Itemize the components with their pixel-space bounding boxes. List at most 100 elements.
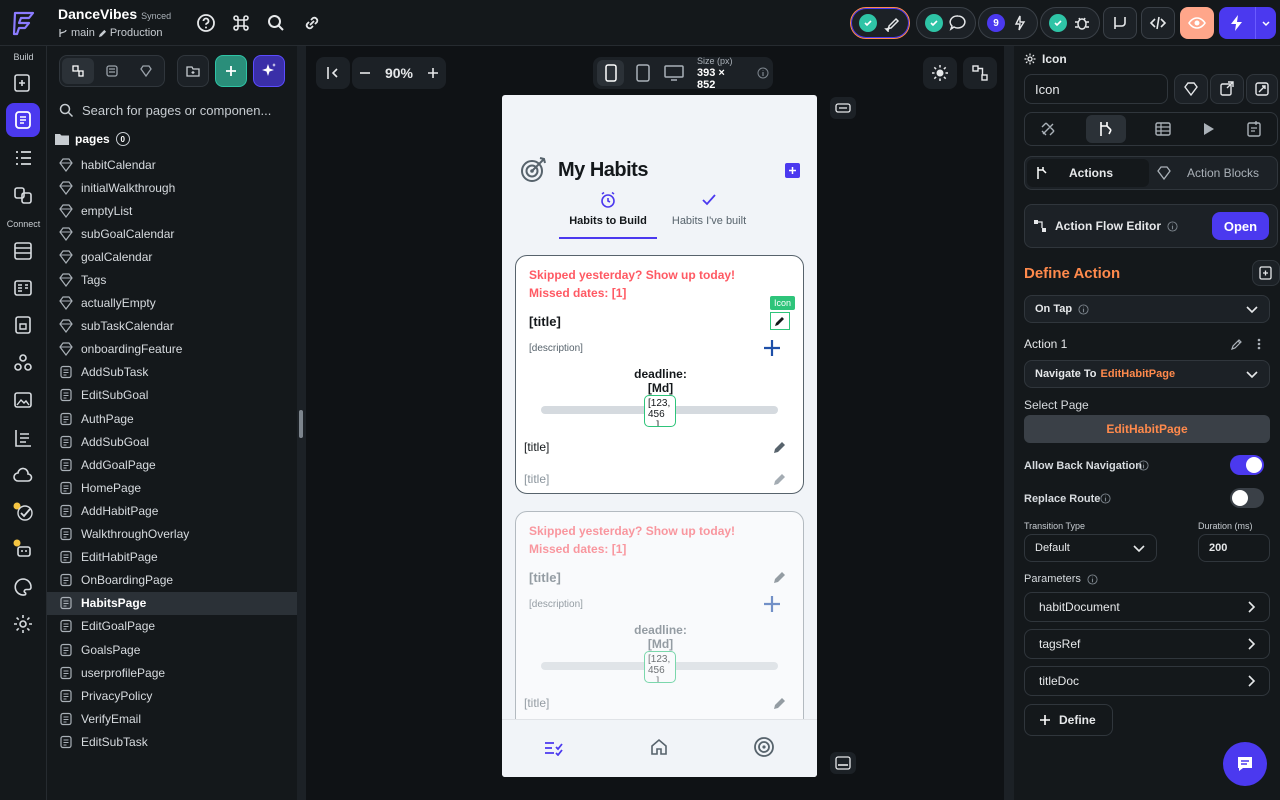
database-icon[interactable] <box>11 239 35 263</box>
parameter-row[interactable]: tagsRef <box>1024 629 1270 659</box>
pages-only-tab[interactable] <box>96 58 128 84</box>
phone-icon[interactable] <box>597 60 625 86</box>
app-state-icon[interactable] <box>11 313 35 337</box>
chevron-down-icon[interactable] <box>1255 7 1276 39</box>
checklist-icon[interactable] <box>544 740 564 756</box>
more-options-icon[interactable] <box>1256 337 1262 351</box>
add-habit-icon[interactable] <box>785 163 800 178</box>
page-item[interactable]: actuallyEmpty <box>47 292 297 315</box>
backend-query-tab-icon[interactable] <box>1154 120 1172 138</box>
command-icon[interactable] <box>229 11 253 35</box>
pages-folder[interactable]: pages 0 <box>55 132 130 146</box>
search-input[interactable]: Search for pages or componen... <box>82 103 271 118</box>
add-action-icon[interactable] <box>1252 260 1280 286</box>
code-view-button[interactable] <box>1141 7 1175 39</box>
pages-icon[interactable] <box>11 108 35 132</box>
integrations-icon[interactable] <box>11 351 35 375</box>
phone-preview[interactable]: My Habits Habits to Build Habits I've bu… <box>502 95 817 777</box>
zoom-in-icon[interactable] <box>426 66 440 80</box>
page-item[interactable]: VerifyEmail <box>47 707 297 730</box>
page-item[interactable]: emptyList <box>47 199 297 222</box>
page-item[interactable]: initialWalkthrough <box>47 176 297 199</box>
app-logo[interactable] <box>11 9 37 37</box>
components-only-tab[interactable] <box>130 58 162 84</box>
pencil-icon[interactable] <box>772 569 788 585</box>
actions-tab[interactable]: Actions <box>1027 159 1149 187</box>
duration-input[interactable]: 200 <box>1198 534 1270 562</box>
add-page-icon[interactable] <box>11 71 35 95</box>
edit-action-name-icon[interactable] <box>1230 337 1244 351</box>
page-item[interactable]: AddSubGoal <box>47 430 297 453</box>
pencil-icon[interactable] <box>772 695 788 711</box>
new-folder-button[interactable] <box>177 55 209 87</box>
all-items-tab[interactable] <box>62 58 94 84</box>
project-info[interactable]: DanceVibes Synced main Production <box>58 6 171 39</box>
chat-support-button[interactable] <box>1223 742 1267 786</box>
page-item[interactable]: EditSubTask <box>47 730 297 753</box>
keyboard-toggle-icon[interactable] <box>830 97 856 119</box>
page-item[interactable]: PrivacyPolicy <box>47 684 297 707</box>
components-icon[interactable] <box>11 183 35 207</box>
page-item[interactable]: GoalsPage <box>47 638 297 661</box>
media-assets-icon[interactable] <box>11 388 35 412</box>
logs-icon[interactable] <box>11 426 35 450</box>
parameter-row[interactable]: habitDocument <box>1024 592 1270 622</box>
widget-tree-locate-icon[interactable] <box>1246 74 1278 104</box>
page-item[interactable]: subTaskCalendar <box>47 315 297 338</box>
zoom-level[interactable]: 90% <box>385 65 413 81</box>
cloud-functions-icon[interactable] <box>11 463 35 487</box>
help-icon[interactable] <box>194 11 218 35</box>
define-parameter-button[interactable]: Define <box>1024 704 1113 736</box>
diamond-icon[interactable] <box>1174 74 1208 104</box>
page-item[interactable]: OnBoardingPage <box>47 569 297 592</box>
page-item[interactable]: AuthPage <box>47 407 297 430</box>
page-item[interactable]: habitCalendar <box>47 153 297 176</box>
theme-status-pill[interactable] <box>850 7 910 39</box>
page-item[interactable]: AddSubTask <box>47 361 297 384</box>
page-item[interactable]: EditSubGoal <box>47 384 297 407</box>
page-item[interactable]: HabitsPage <box>47 591 297 615</box>
tab-habits-to-build[interactable]: Habits to Build <box>559 191 657 239</box>
page-item[interactable]: HomePage <box>47 476 297 499</box>
page-item[interactable]: Tags <box>47 268 297 291</box>
open-flow-editor-button[interactable]: Open <box>1212 212 1269 240</box>
actions-tab-icon[interactable] <box>1085 115 1126 143</box>
trigger-dropdown[interactable]: On Tap <box>1024 295 1270 323</box>
issues-pill[interactable]: 9 <box>978 7 1038 39</box>
edit-icon[interactable] <box>770 312 790 330</box>
tab-habits-built[interactable]: Habits I've built <box>666 191 752 239</box>
page-search[interactable]: Search for pages or componen... <box>57 98 293 122</box>
run-button[interactable] <box>1219 7 1276 39</box>
transition-type-dropdown[interactable]: Default <box>1024 534 1157 562</box>
export-widget-icon[interactable] <box>1210 74 1244 104</box>
agents-icon[interactable] <box>11 537 35 561</box>
bottom-sheet-toggle-icon[interactable] <box>830 752 856 774</box>
parameter-row[interactable]: titleDoc <box>1024 666 1270 696</box>
link-icon[interactable] <box>300 11 324 35</box>
desktop-icon[interactable] <box>662 65 687 81</box>
settings-icon[interactable] <box>11 612 35 636</box>
comments-status-pill[interactable] <box>916 7 976 39</box>
canvas-settings-button[interactable] <box>963 57 997 89</box>
collapse-panel-button[interactable] <box>316 57 350 89</box>
replace-route-toggle[interactable] <box>1230 488 1264 508</box>
add-page-button[interactable] <box>215 55 247 87</box>
zoom-out-icon[interactable] <box>358 66 372 80</box>
panel-resize-handle[interactable] <box>297 46 306 800</box>
add-icon[interactable] <box>762 338 782 358</box>
ai-generate-button[interactable] <box>253 55 285 87</box>
pencil-icon[interactable] <box>772 471 788 487</box>
api-calls-icon[interactable] <box>11 276 35 300</box>
version-control-button[interactable] <box>1103 7 1137 39</box>
search-icon[interactable] <box>264 11 288 35</box>
home-icon[interactable] <box>650 738 668 756</box>
animations-tab-icon[interactable] <box>1200 121 1216 137</box>
page-item[interactable]: AddGoalPage <box>47 453 297 476</box>
widget-name-input[interactable]: Icon <box>1024 74 1168 104</box>
properties-tab-icon[interactable] <box>1039 120 1057 138</box>
page-item[interactable]: EditGoalPage <box>47 615 297 638</box>
page-item[interactable]: WalkthroughOverlay <box>47 523 297 546</box>
habit-card[interactable]: Skipped yesterday? Show up today! Missed… <box>515 511 804 741</box>
page-item[interactable]: subGoalCalendar <box>47 222 297 245</box>
page-item[interactable]: goalCalendar <box>47 245 297 268</box>
